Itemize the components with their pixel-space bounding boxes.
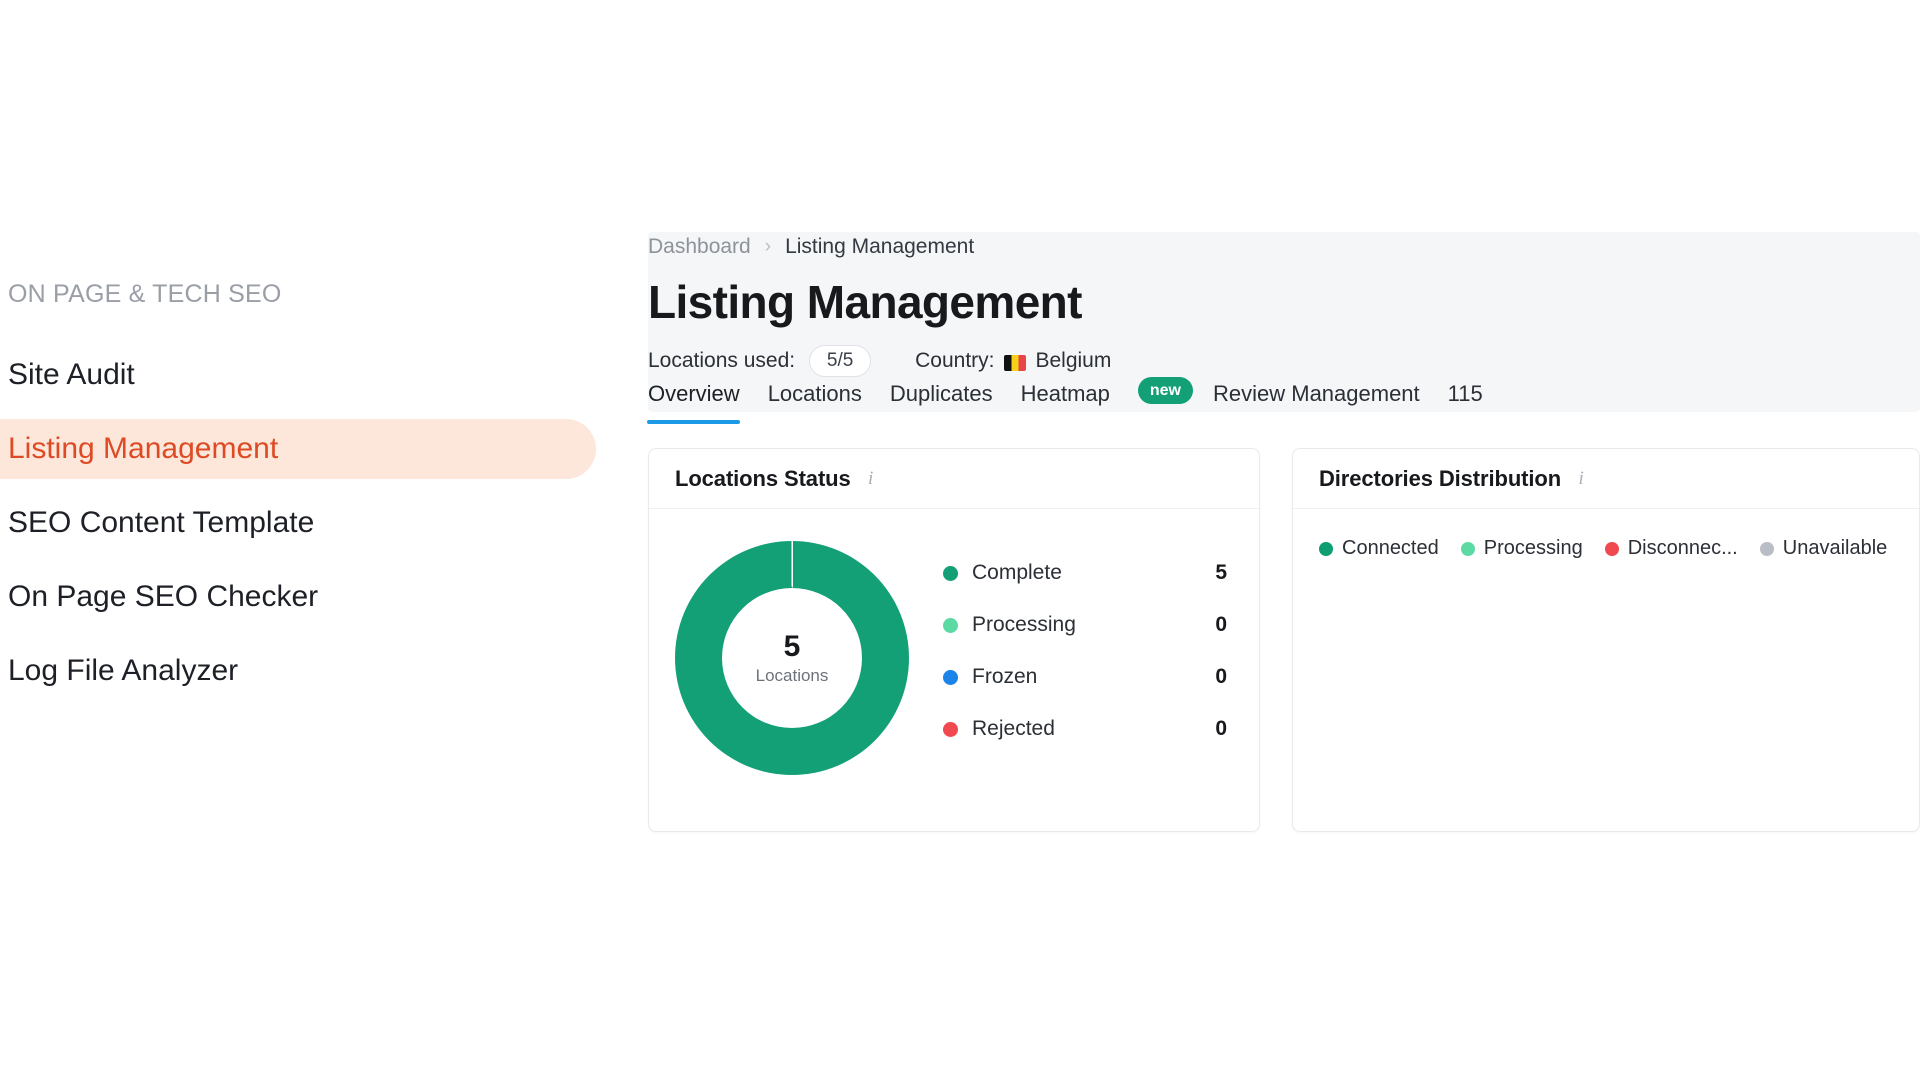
sidebar-section-title: ON PAGE & TECH SEO [8,280,282,308]
card-locations-status-title: Locations Status [675,465,851,491]
legend-dot-rejected [943,721,958,737]
dist-item-unavailable: Unavailable [1759,537,1888,560]
breadcrumb-current: Listing Management [785,235,975,258]
tab-heatmap[interactable]: Heatmap [1021,380,1124,420]
locations-used-label: Locations used: [648,349,796,372]
info-icon[interactable]: i [1573,469,1589,488]
directories-distribution-legend: Connected Processing Disconnec... Unavai… [1293,509,1919,560]
sidebar-item-on-page-seo-checker[interactable]: On Page SEO Checker [0,567,600,627]
dist-label-connected: Connected [1342,537,1439,559]
legend-dot-processing [943,617,958,633]
country-label: Country: [915,349,995,372]
dist-dot-unavailable [1759,541,1774,556]
dist-label-disconnected: Disconnec... [1627,537,1738,559]
card-directories-distribution: Directories Distribution i Connected Pro… [1292,448,1920,832]
card-locations-status-header: Locations Status i [649,449,1259,509]
dist-item-connected: Connected [1319,537,1439,560]
dist-dot-processing [1460,541,1475,556]
legend-label-complete: Complete [972,561,1062,584]
sidebar-nav: ON PAGE & TECH SEO Site Audit Listing Ma… [0,280,600,715]
country-value: Belgium [1035,349,1112,372]
legend-value-complete: 5 [1215,561,1227,584]
locations-status-legend: Complete 5 Processing 0 Frozen 0 Rejecte… [943,547,1233,755]
belgium-flag-icon [1004,355,1027,371]
dist-dot-connected [1319,541,1333,556]
cards-row: Locations Status i 5 Locations Complete … [648,448,1920,832]
card-directories-distribution-header: Directories Distribution i [1293,449,1919,509]
dist-label-unavailable: Unavailable [1782,537,1888,559]
main-content: Dashboard › Listing Management Listing M… [647,0,1920,1080]
app-root: ON PAGE & TECH SEO Site Audit Listing Ma… [0,0,1920,1080]
tab-duplicates[interactable]: Duplicates [890,380,1007,420]
dist-dot-disconnected [1604,541,1619,556]
legend-label-frozen: Frozen [972,665,1038,688]
tab-locations[interactable]: Locations [768,380,876,420]
legend-value-rejected: 0 [1215,717,1227,740]
tab-review-management[interactable]: Review Management [1213,380,1434,420]
legend-dot-frozen [943,669,958,685]
locations-used-badge: 5/5 [809,345,872,377]
sidebar-item-site-audit[interactable]: Site Audit [0,345,600,405]
page-header: Dashboard › Listing Management Listing M… [648,232,1920,378]
breadcrumb: Dashboard › Listing Management [648,232,1920,262]
donut-center-caption: Locations [755,666,829,685]
legend-label-rejected: Rejected [972,717,1055,740]
chevron-right-icon: › [764,236,772,257]
donut-center-label: 5 Locations [675,541,909,775]
sidebar-item-listing-management[interactable]: Listing Management [0,419,596,479]
info-icon[interactable]: i [863,469,879,488]
breadcrumb-dashboard-link[interactable]: Dashboard [648,235,751,259]
page-title: Listing Management [648,276,1083,328]
legend-value-frozen: 0 [1215,665,1227,688]
legend-item-rejected: Rejected 0 [943,703,1233,755]
legend-item-processing: Processing 0 [943,599,1233,651]
dist-label-processing: Processing [1483,537,1583,559]
legend-value-processing: 0 [1215,613,1227,636]
header-meta-row: Locations used: 5/5 Country: Belgium [648,344,1920,378]
tab-bar: Overview Locations Duplicates Heatmap ne… [647,377,1920,428]
legend-item-complete: Complete 5 [943,547,1233,599]
legend-item-frozen: Frozen 0 [943,651,1233,703]
sidebar-item-log-file-analyzer[interactable]: Log File Analyzer [0,641,600,701]
tab-overview[interactable]: Overview [647,380,754,424]
dist-item-processing: Processing [1460,537,1583,560]
legend-label-processing: Processing [972,613,1076,636]
locations-status-donut-chart: 5 Locations [675,541,909,775]
card-directories-distribution-title: Directories Distribution [1319,465,1562,491]
donut-center-value: 5 [783,630,801,663]
card-locations-status-body: 5 Locations Complete 5 Processing 0 Froz… [649,509,1259,775]
legend-dot-complete [943,565,958,581]
sidebar-item-seo-content-template[interactable]: SEO Content Template [0,493,600,553]
review-management-count: 115 [1447,381,1483,406]
card-locations-status: Locations Status i 5 Locations Complete … [648,448,1260,832]
dist-item-disconnected: Disconnec... [1604,537,1738,560]
new-badge: new [1137,377,1193,404]
